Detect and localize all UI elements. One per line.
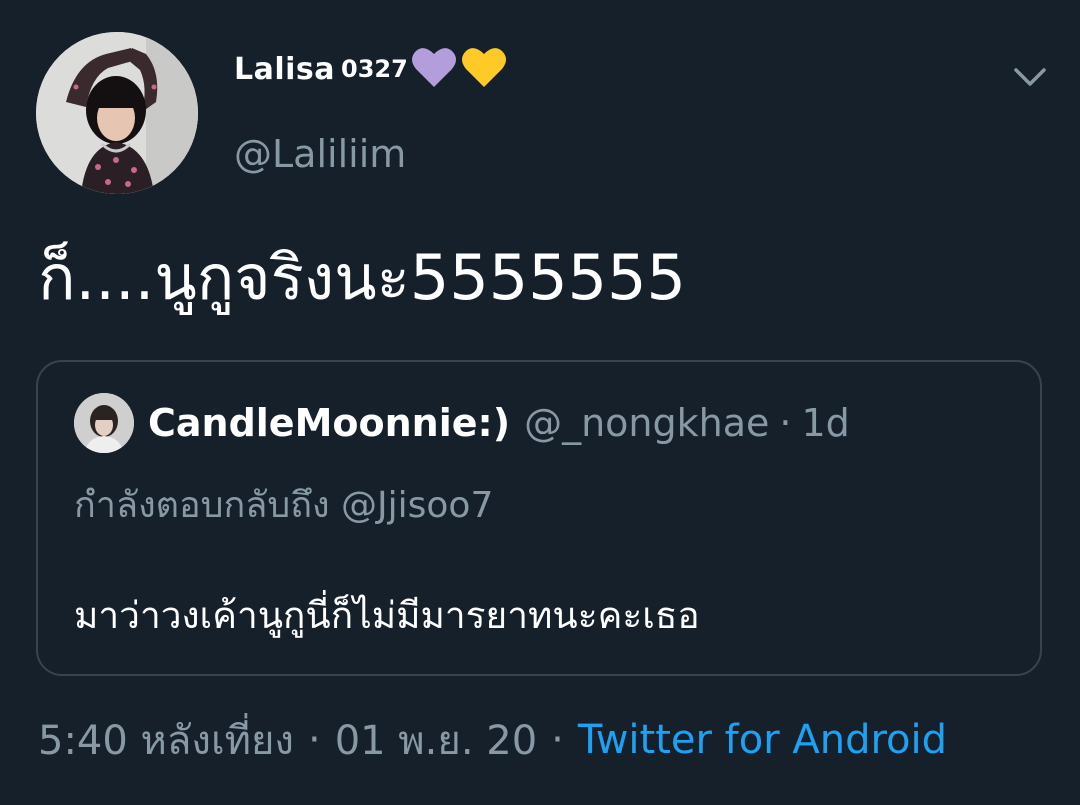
tweet-text: ก็....นูกูจริงนะ5555555 <box>38 241 687 314</box>
quoted-tweet[interactable]: CandleMoonnie:) @_nongkhae · 1d กำลังตอบ… <box>36 360 1042 676</box>
author-avatar[interactable] <box>36 32 198 194</box>
quoted-author-avatar[interactable] <box>74 393 134 453</box>
dot-separator: · <box>551 717 564 763</box>
tweet-time: 5:40 หลังเที่ยง <box>38 718 294 764</box>
tweet-source-link[interactable]: Twitter for Android <box>578 717 947 763</box>
chevron-down-icon[interactable] <box>1010 58 1050 98</box>
quoted-header: CandleMoonnie:) @_nongkhae · 1d <box>148 398 850 448</box>
quoted-reply-context: กำลังตอบกลับถึง @Jjisoo7 <box>74 485 494 526</box>
display-name-suffix: 0327 <box>341 55 408 83</box>
yellow-heart-icon <box>460 45 508 93</box>
dot-separator: · <box>779 401 792 445</box>
tweet-detail: Lalisa 0327 @Laliliim ก็....นูกูจริงนะ55… <box>0 0 1080 805</box>
display-name-text: Lalisa <box>234 51 336 87</box>
author-display-name[interactable]: Lalisa 0327 <box>234 44 508 94</box>
dot-separator: · <box>307 717 321 763</box>
author-handle[interactable]: @Laliliim <box>234 132 406 176</box>
purple-heart-icon <box>410 45 458 93</box>
quoted-handle[interactable]: @_nongkhae <box>524 401 769 445</box>
quoted-display-name[interactable]: CandleMoonnie:) <box>148 401 510 445</box>
tweet-meta: 5:40 หลังเที่ยง · 01 พ.ย. 20 · Twitter f… <box>38 712 947 768</box>
quoted-tweet-text: มาว่าวงเค้านูกูนี่ก็ไม่มีมารยาทนะคะเธอ <box>74 594 700 637</box>
tweet-date: 01 พ.ย. 20 <box>334 718 538 764</box>
quoted-timestamp: 1d <box>801 401 850 445</box>
